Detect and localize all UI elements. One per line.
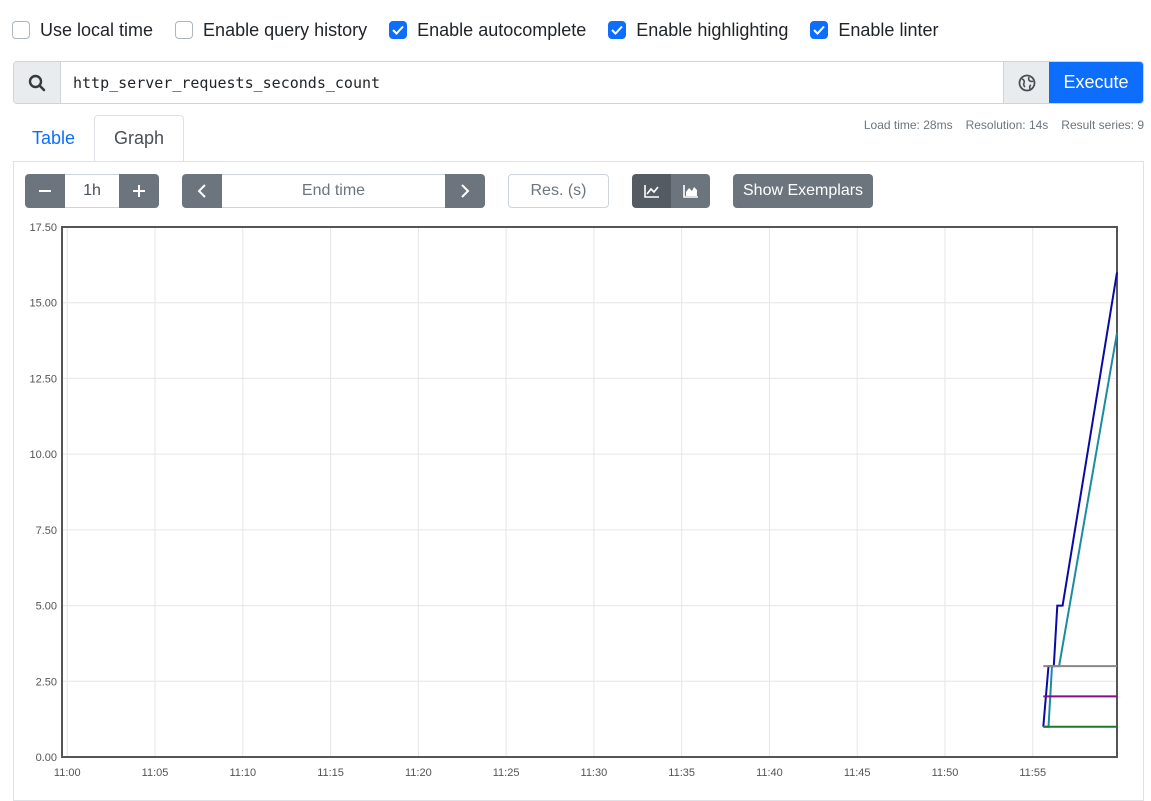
x-tick-label: 11:45 — [844, 767, 871, 779]
x-tick-label: 11:15 — [317, 767, 344, 779]
x-tick-label: 11:00 — [54, 767, 81, 779]
x-tick-label: 11:40 — [756, 767, 783, 779]
y-tick-label: 2.50 — [36, 676, 57, 688]
x-tick-label: 11:50 — [932, 767, 959, 779]
x-tick-label: 11:10 — [229, 767, 256, 779]
x-tick-label: 11:35 — [668, 767, 695, 779]
y-tick-label: 7.50 — [36, 525, 57, 537]
x-tick-label: 11:20 — [405, 767, 432, 779]
x-tick-label: 11:25 — [493, 767, 520, 779]
x-tick-label: 11:55 — [1019, 767, 1046, 779]
x-tick-label: 11:05 — [142, 767, 169, 779]
plot-frame — [61, 226, 1118, 758]
y-tick-label: 12.50 — [29, 373, 57, 385]
y-tick-label: 17.50 — [29, 222, 57, 234]
time-series-chart: 0.00 2.50 5.00 7.50 10.00 12.50 15.00 17.50 11:0… — [29, 222, 1118, 779]
y-tick-label: 10.00 — [29, 449, 57, 461]
y-tick-label: 5.00 — [36, 601, 57, 613]
x-tick-label: 11:30 — [581, 767, 608, 779]
y-tick-label: 15.00 — [29, 298, 57, 310]
series-line-1 — [1042, 272, 1118, 727]
y-tick-label: 0.00 — [36, 752, 57, 764]
